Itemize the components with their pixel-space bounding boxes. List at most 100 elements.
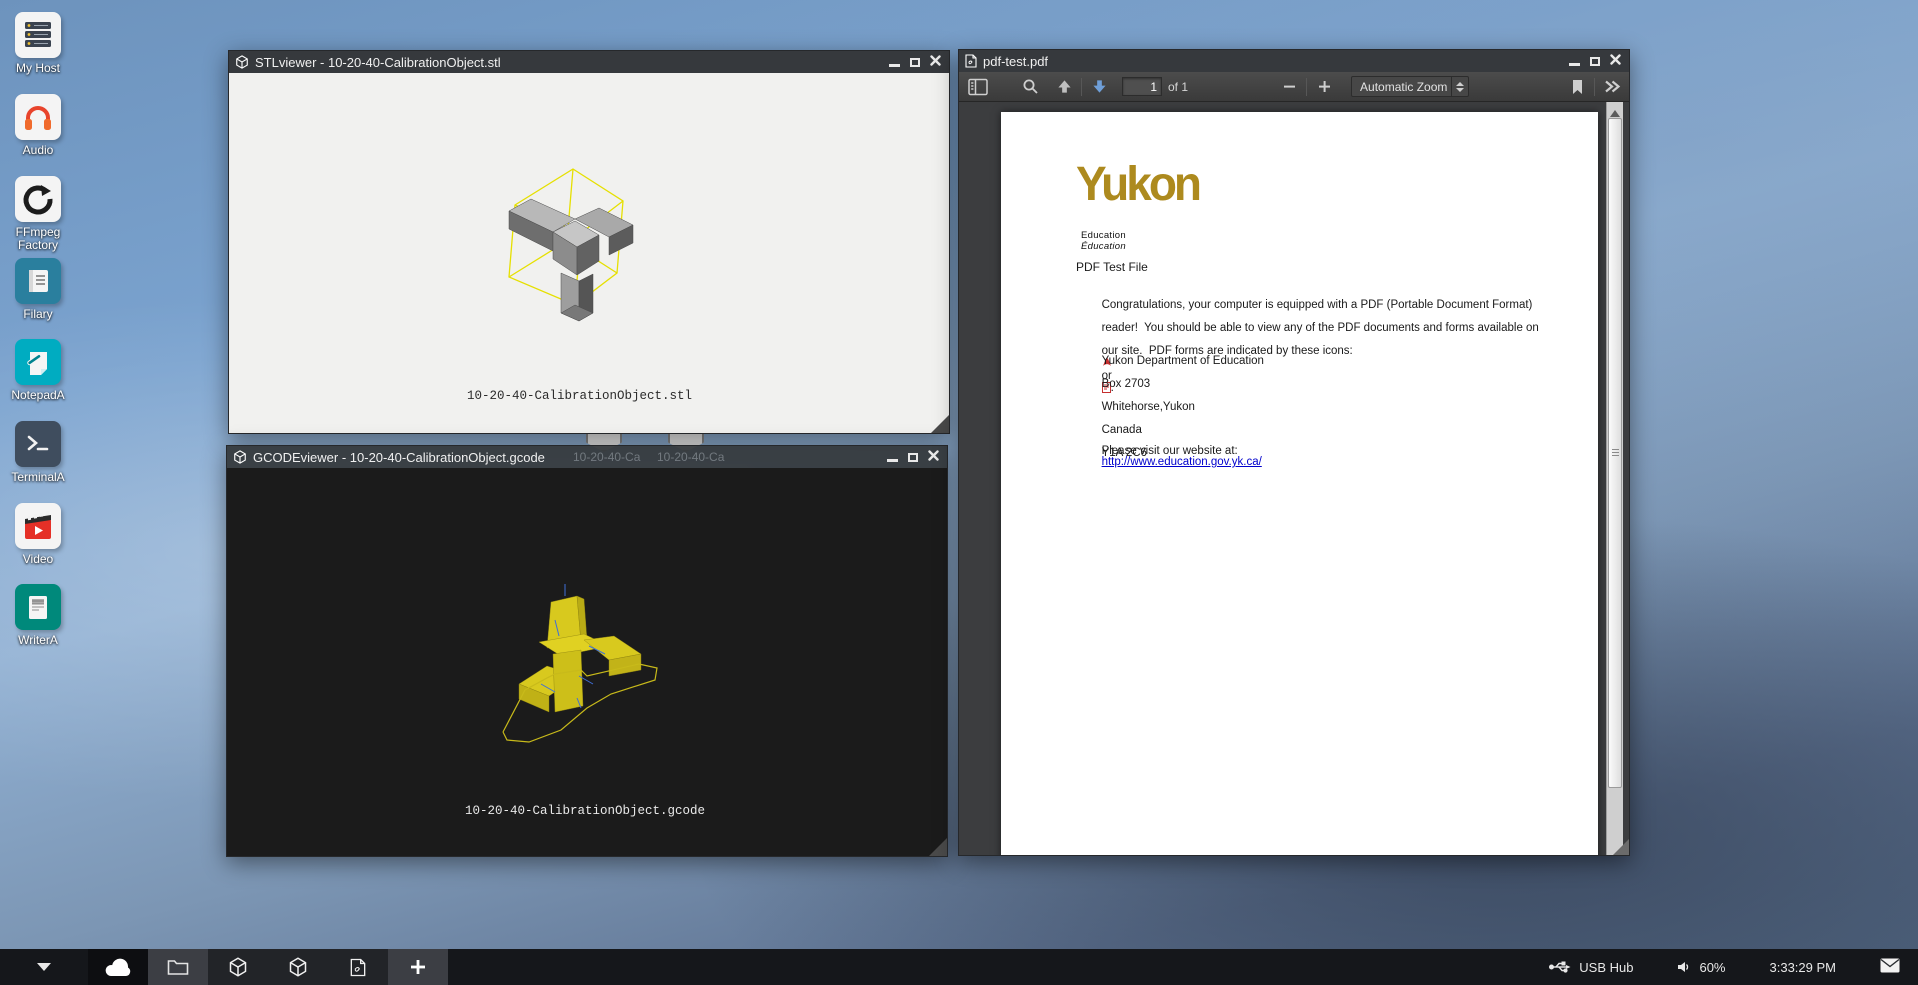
zoom-select[interactable]: Automatic Zoom xyxy=(1351,76,1469,97)
desktop-icon-writera[interactable]: WriterA xyxy=(0,584,76,647)
desktop-icon-video[interactable]: Video xyxy=(0,503,76,566)
stl-titlebar[interactable]: STLviewer - 10-20-40-CalibrationObject.s… xyxy=(229,51,949,73)
stl-canvas[interactable]: 10-20-40-CalibrationObject.stl ../../Des… xyxy=(229,73,949,433)
window-title: STLviewer - 10-20-40-CalibrationObject.s… xyxy=(255,55,501,70)
server-icon xyxy=(15,12,61,58)
search-icon[interactable] xyxy=(1017,75,1043,99)
zoom-out-button[interactable] xyxy=(1276,75,1302,99)
usb-label: USB Hub xyxy=(1579,960,1633,975)
gcode-titlebar[interactable]: GCODEviewer - 10-20-40-CalibrationObject… xyxy=(227,446,947,468)
zoom-in-button[interactable] xyxy=(1311,75,1337,99)
resize-grip[interactable] xyxy=(931,415,949,433)
logo-subtitle-en: Education xyxy=(1081,230,1126,241)
desktop-icon-terminala[interactable]: TerminalA xyxy=(0,421,76,484)
cube-icon xyxy=(235,55,249,69)
logo-subtitle-fr: Éducation xyxy=(1081,241,1126,252)
pdf-content-area: Yukon Education Éducation PDF Test File … xyxy=(959,102,1629,855)
address-line: Yukon Department of Education xyxy=(1102,355,1264,367)
resize-grip[interactable] xyxy=(929,838,947,856)
cube-icon xyxy=(233,450,247,464)
paragraph-line: Congratulations, your computer is equipp… xyxy=(1102,299,1533,311)
desktop-icon-label: TerminalA xyxy=(0,471,76,484)
taskbar-new-window-button[interactable] xyxy=(388,949,448,985)
gcode-file-info: 10-20-40-CalibrationObject.gcode ../../D… xyxy=(465,774,915,856)
taskbar-item-cloud[interactable] xyxy=(88,949,148,985)
window-title: pdf-test.pdf xyxy=(983,54,1048,69)
minimize-button[interactable] xyxy=(889,64,900,67)
maximize-button[interactable] xyxy=(908,453,918,462)
taskbar: USB Hub 60% 3:33:29 PM xyxy=(0,949,1918,985)
scrollbar-thumb[interactable] xyxy=(1608,118,1622,788)
recycle-arrows-icon xyxy=(15,176,61,222)
page-number-input[interactable] xyxy=(1122,77,1162,96)
usb-status[interactable]: USB Hub xyxy=(1549,960,1633,975)
close-button[interactable] xyxy=(1610,52,1621,70)
maximize-button[interactable] xyxy=(910,58,920,67)
vertical-scrollbar[interactable] xyxy=(1606,102,1623,855)
zoom-select-value: Automatic Zoom xyxy=(1360,80,1447,94)
desktop-icon-ffmpeg-factory[interactable]: FFmpeg Factory xyxy=(0,176,76,252)
website-label: Please visit our website at: xyxy=(1102,445,1238,457)
maximize-button[interactable] xyxy=(1590,57,1600,66)
desktop-icon-label: FFmpeg Factory xyxy=(0,226,76,252)
taskbar-item-gcode-viewer[interactable] xyxy=(268,949,328,985)
desktop-icon-label: WriterA xyxy=(0,634,76,647)
notifications-button[interactable] xyxy=(1880,958,1900,976)
close-button[interactable] xyxy=(928,448,939,466)
cloud-icon xyxy=(104,957,132,977)
window-title: GCODEviewer - 10-20-40-CalibrationObject… xyxy=(253,450,545,465)
plus-icon xyxy=(410,959,426,975)
envelope-icon xyxy=(1880,958,1900,973)
address-line: Box 2703 xyxy=(1102,378,1151,390)
desktop-icon-my-host[interactable]: My Host xyxy=(0,12,76,75)
volume-status[interactable]: 60% xyxy=(1677,960,1725,975)
taskbar-item-stl-viewer[interactable] xyxy=(208,949,268,985)
resize-grip[interactable] xyxy=(1613,839,1629,855)
desktop-icon-label: Video xyxy=(0,553,76,566)
address-line: Whitehorse,Yukon xyxy=(1102,401,1195,413)
pdf-toolbar: of 1 Automatic Zoom xyxy=(959,72,1629,102)
stl-viewer-window: STLviewer - 10-20-40-CalibrationObject.s… xyxy=(228,50,950,434)
next-page-button[interactable] xyxy=(1086,75,1112,99)
terminal-icon xyxy=(15,421,61,467)
cube-icon xyxy=(288,957,308,977)
minimize-button[interactable] xyxy=(887,459,898,462)
sidebar-toggle-button[interactable] xyxy=(965,75,991,99)
desktop-icon-notepada[interactable]: NotepadA xyxy=(0,339,76,402)
desktop-icon-filary[interactable]: Filary xyxy=(0,258,76,321)
toolbar-more-chevron-icon[interactable] xyxy=(1599,75,1625,99)
close-button[interactable] xyxy=(930,53,941,71)
yukon-logo: Yukon xyxy=(1076,159,1199,207)
bookmark-icon[interactable] xyxy=(1564,75,1590,99)
website-link[interactable]: http://www.education.gov.yk.ca/ xyxy=(1102,456,1262,468)
scrollbar-grip xyxy=(1612,449,1619,450)
book-icon xyxy=(15,258,61,304)
previous-page-button[interactable] xyxy=(1051,75,1077,99)
gcode-3d-toolpath xyxy=(489,580,709,780)
desktop-icon-label: NotepadA xyxy=(0,389,76,402)
pdf-titlebar[interactable]: pdf-test.pdf xyxy=(959,50,1629,72)
taskbar-item-file-manager[interactable] xyxy=(148,949,208,985)
speaker-icon xyxy=(1677,960,1691,974)
desktop-icon-label: Audio xyxy=(0,144,76,157)
usb-icon xyxy=(1549,960,1571,974)
gcode-canvas[interactable]: 10-20-40-CalibrationObject.gcode ../../D… xyxy=(227,468,947,856)
desktop-icon-audio[interactable]: Audio xyxy=(0,94,76,157)
minimize-button[interactable] xyxy=(1569,63,1580,66)
ghost-desktop-label: 10-20-40-Ca xyxy=(573,450,640,464)
website-line: Please visit our website at: http://www.… xyxy=(1076,434,1262,480)
pdf-file-icon xyxy=(350,958,366,977)
gcode-viewer-window: GCODEviewer - 10-20-40-CalibrationObject… xyxy=(226,445,948,857)
stl-3d-model xyxy=(485,155,665,345)
taskbar-menu-button[interactable] xyxy=(0,949,88,985)
taskbar-item-pdf-viewer[interactable] xyxy=(328,949,388,985)
gcode-filename: 10-20-40-CalibrationObject.gcode xyxy=(465,804,915,819)
page-count-label: of 1 xyxy=(1168,80,1188,94)
folder-icon xyxy=(167,958,189,976)
pdf-page: Yukon Education Éducation PDF Test File … xyxy=(1001,112,1598,855)
chevron-down-icon xyxy=(37,963,51,971)
ghost-desktop-label: 10-20-40-Ca xyxy=(657,450,724,464)
desktop-icon-label: My Host xyxy=(0,62,76,75)
clock[interactable]: 3:33:29 PM xyxy=(1770,960,1837,975)
cube-icon xyxy=(228,957,248,977)
